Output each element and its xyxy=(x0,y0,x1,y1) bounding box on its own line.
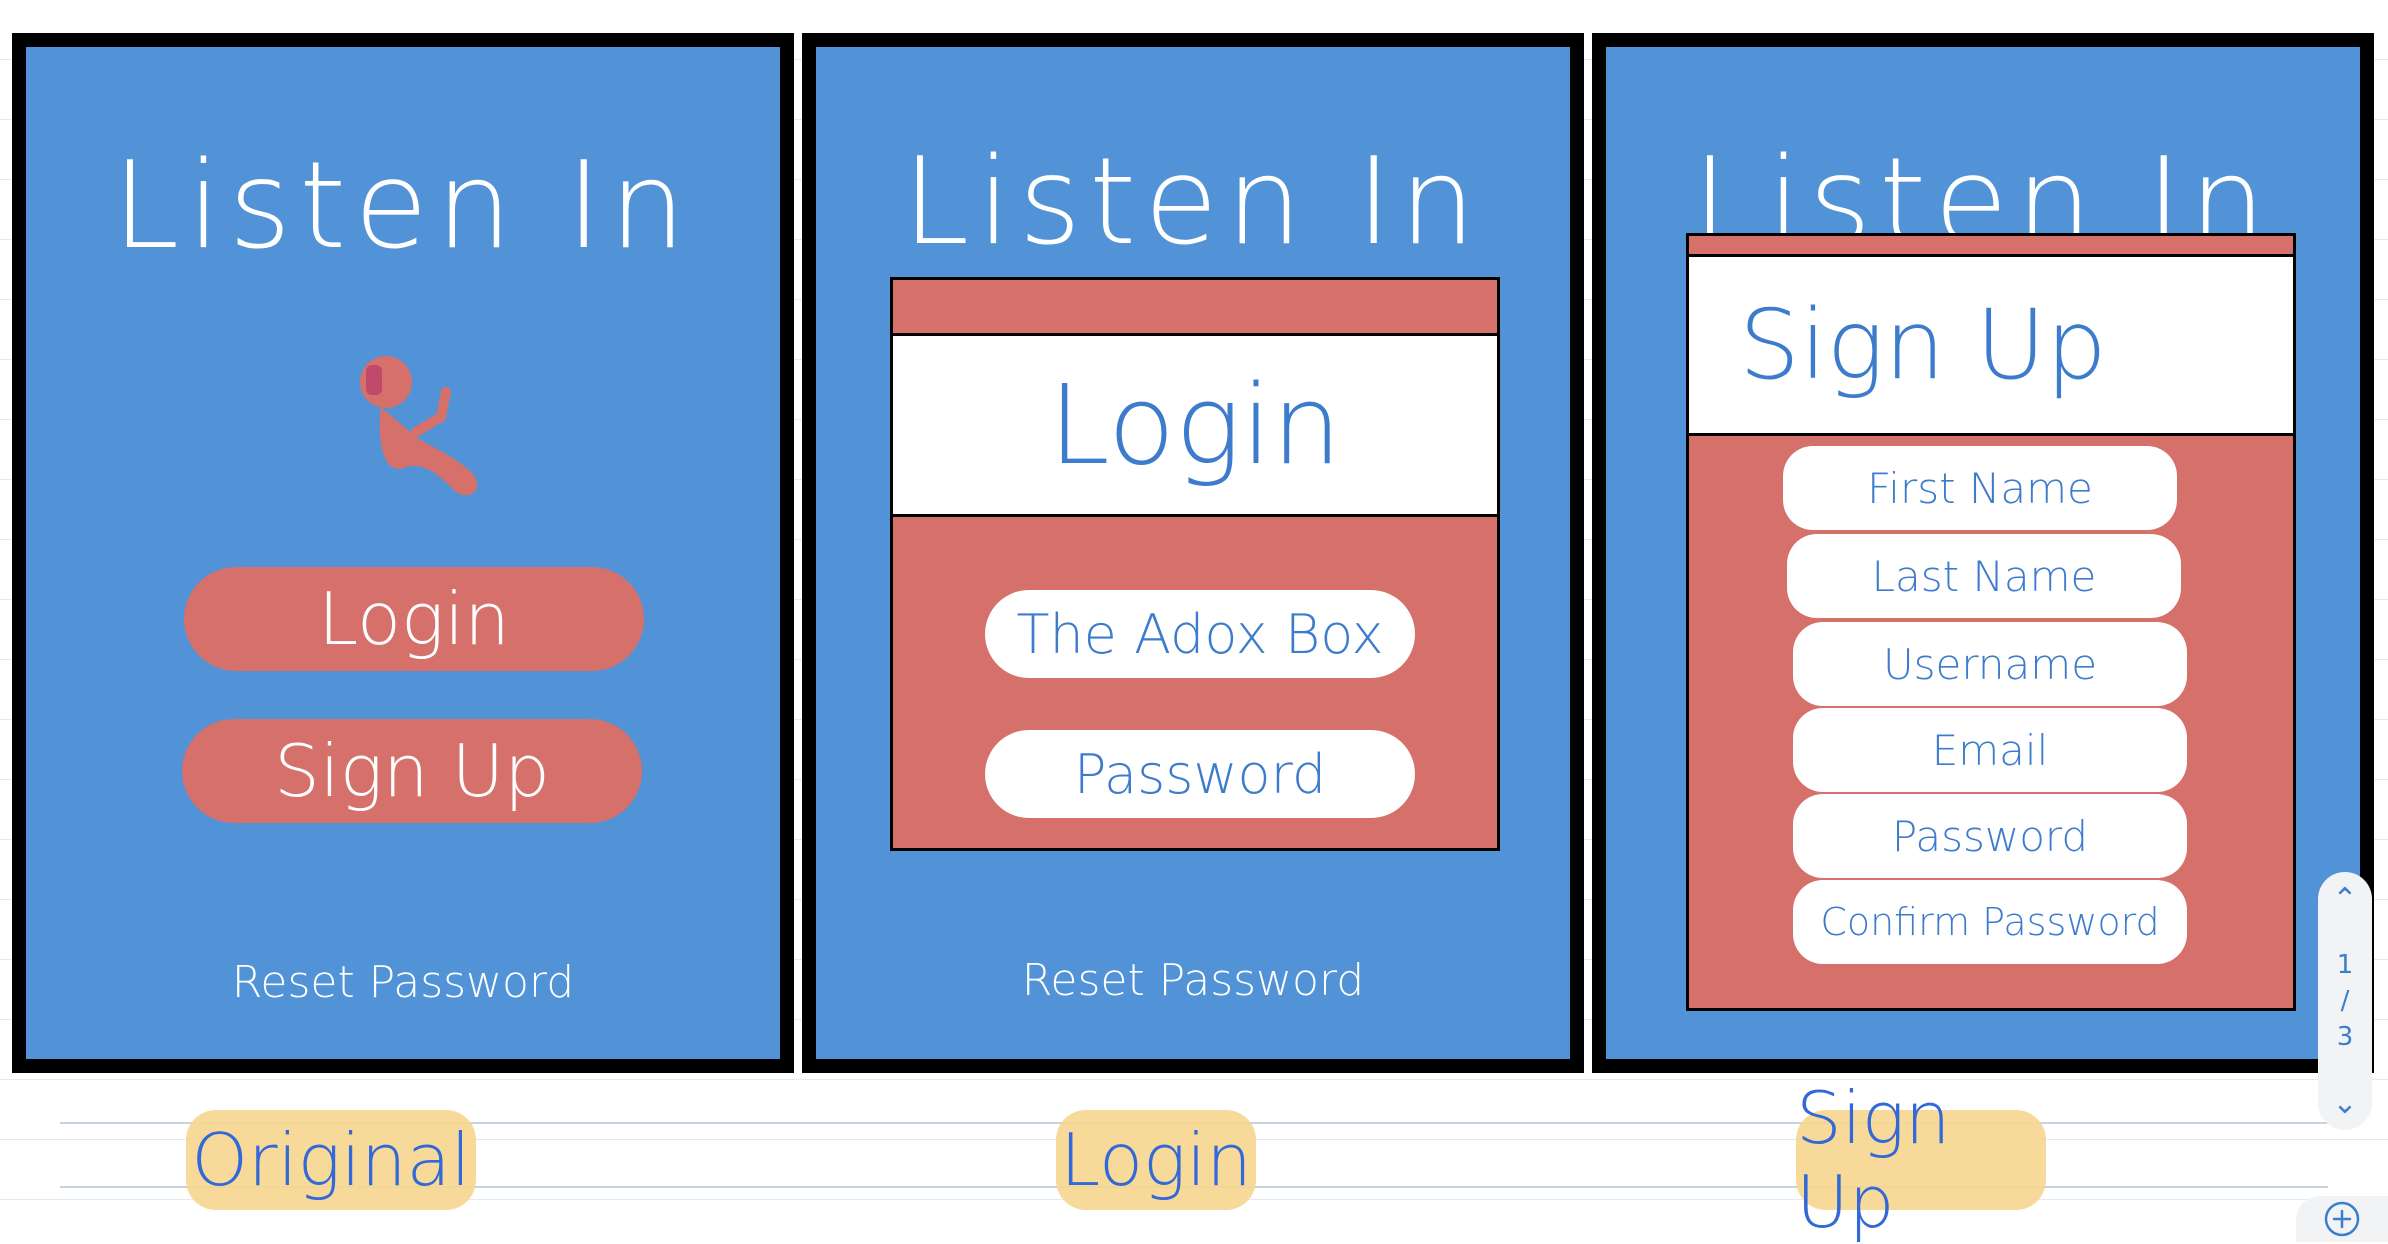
login-button-label: Login xyxy=(318,577,510,661)
caption-original: Original xyxy=(186,1110,476,1210)
caption-login-text: Login xyxy=(1060,1118,1252,1202)
signup-card: Sign Up First Name Last Name Username Em… xyxy=(1686,233,2296,1011)
page-separator: / xyxy=(2340,986,2350,1016)
panel-original: Listen In Login Sign Up Reset Password xyxy=(12,33,794,1073)
confirm-password-label: Confirm Password xyxy=(1820,900,2160,944)
caption-signup-text: Sign Up xyxy=(1796,1076,1951,1244)
email-input[interactable]: Email xyxy=(1793,708,2187,792)
last-name-label: Last Name xyxy=(1871,551,2097,601)
password-label: Password xyxy=(1891,811,2089,861)
caption-login: Login xyxy=(1056,1110,1256,1210)
login-card-title: Login xyxy=(1048,361,1342,489)
last-name-input[interactable]: Last Name xyxy=(1787,534,2181,618)
total-pages: 3 xyxy=(2336,1022,2354,1052)
username-label: Username xyxy=(1882,639,2098,689)
first-name-input[interactable]: First Name xyxy=(1783,446,2177,530)
signup-card-header: Sign Up xyxy=(1689,254,2293,436)
panel-login: Listen In Login The Adox Box Password Re… xyxy=(802,33,1584,1073)
signup-card-title: Sign Up xyxy=(1739,289,2107,401)
add-page-icon xyxy=(2324,1201,2360,1237)
login-button[interactable]: Login xyxy=(184,567,644,671)
username-value: The Adox Box xyxy=(1016,602,1384,666)
password-placeholder: Password xyxy=(1073,742,1327,806)
login-card-header: Login xyxy=(893,333,1497,517)
reset-password-link[interactable]: Reset Password xyxy=(26,957,780,1008)
panel-original-title: Listen In xyxy=(112,137,694,276)
current-page: 1 xyxy=(2336,950,2354,980)
chevron-up-icon[interactable]: ⌃ xyxy=(2318,872,2372,926)
email-label: Email xyxy=(1931,725,2049,775)
signup-button-label: Sign Up xyxy=(274,729,550,813)
add-page-button[interactable] xyxy=(2296,1196,2388,1242)
caption-signup: Sign Up xyxy=(1796,1076,2046,1244)
page-navigator: ⌃ 1 / 3 ⌄ xyxy=(2318,872,2372,1130)
password-input[interactable]: Password xyxy=(1793,794,2187,878)
reset-password-link[interactable]: Reset Password xyxy=(816,955,1570,1006)
login-card: Login The Adox Box Password xyxy=(890,277,1500,851)
listener-logo-icon xyxy=(360,356,478,496)
username-input[interactable]: The Adox Box xyxy=(985,590,1415,678)
username-input[interactable]: Username xyxy=(1793,622,2187,706)
chevron-down-icon[interactable]: ⌄ xyxy=(2318,1076,2372,1130)
signup-button[interactable]: Sign Up xyxy=(182,719,642,823)
password-input[interactable]: Password xyxy=(985,730,1415,818)
panel-login-title: Listen In xyxy=(902,133,1484,272)
caption-original-text: Original xyxy=(191,1118,471,1202)
panel-signup: Listen In Sign Up First Name Last Name U… xyxy=(1592,33,2374,1073)
confirm-password-input[interactable]: Confirm Password xyxy=(1793,880,2187,964)
first-name-label: First Name xyxy=(1867,463,2093,513)
page-indicator: 1 / 3 xyxy=(2337,926,2354,1076)
